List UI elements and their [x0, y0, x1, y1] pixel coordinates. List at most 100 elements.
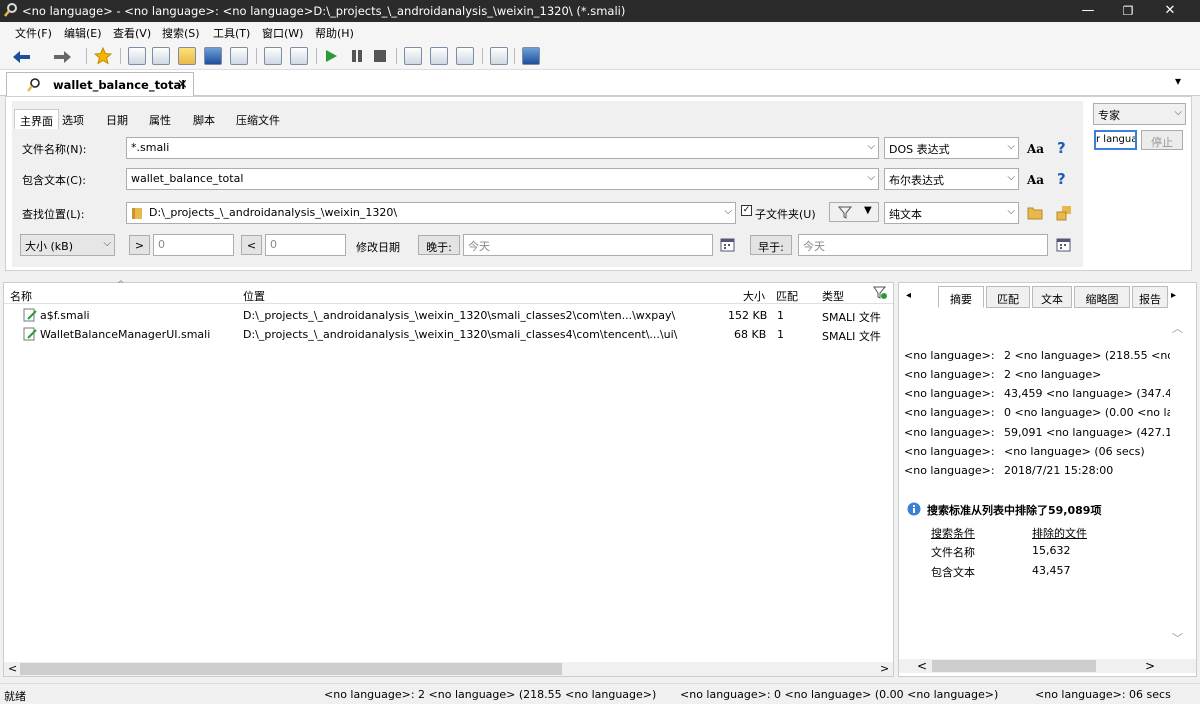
tab-summary[interactable]: 摘要: [938, 286, 984, 308]
location-input[interactable]: D:\_projects_\_androidanalysis_\weixin_1…: [126, 202, 736, 224]
browse-folder-icon[interactable]: [1027, 206, 1043, 220]
start-search-button[interactable]: r languag: [1094, 130, 1137, 150]
stop-button[interactable]: 停止: [1141, 130, 1183, 150]
column-header-size[interactable]: 大小: [743, 288, 765, 304]
size-unit-select[interactable]: 大小 (kB) ⌵: [20, 234, 115, 256]
scrollbar-thumb[interactable]: [20, 663, 562, 675]
tab-archives[interactable]: 压缩文件: [231, 109, 285, 129]
tab-scripts[interactable]: 脚本: [188, 109, 220, 129]
menu-file[interactable]: 文件(F): [15, 25, 52, 41]
menu-help[interactable]: 帮助(H): [315, 25, 354, 41]
properties-icon[interactable]: [290, 47, 308, 65]
match-case-button[interactable]: Aa: [1027, 142, 1044, 156]
tab-matches[interactable]: 匹配: [986, 286, 1030, 308]
match-case-button[interactable]: Aa: [1027, 173, 1044, 187]
close-button[interactable]: ✕: [1150, 0, 1190, 22]
column-header-location[interactable]: 位置: [243, 288, 265, 304]
tab-options[interactable]: 选项: [57, 109, 89, 129]
older-than-input[interactable]: 今天: [798, 234, 1048, 256]
minimize-button[interactable]: —: [1068, 0, 1108, 22]
column-header-type[interactable]: 类型: [822, 288, 844, 304]
content-mode-select[interactable]: 布尔表达式 ⌵: [884, 168, 1019, 190]
tab-date[interactable]: 日期: [101, 109, 133, 129]
new-icon[interactable]: [128, 47, 146, 65]
file-edit-icon: [23, 327, 37, 341]
stop-icon[interactable]: [374, 50, 386, 62]
tabs-dropdown-icon[interactable]: ▾: [1175, 74, 1181, 88]
scroll-left-icon[interactable]: <: [917, 659, 927, 673]
favorites-star-icon[interactable]: [94, 47, 112, 65]
column-header-name[interactable]: 名称: [10, 288, 32, 304]
locations-icon[interactable]: [1056, 205, 1072, 221]
results-list: [3, 282, 894, 677]
newer-than-button[interactable]: 晚于:: [418, 235, 460, 255]
subfolder-checkbox[interactable]: ✓: [741, 205, 752, 216]
calendar-icon[interactable]: [1056, 237, 1071, 252]
status-found: <no language>: 2 <no language> (218.55 <…: [324, 688, 657, 701]
summary-key: <no language>:: [904, 464, 995, 477]
summary-value: 0 <no language> (0.00 <no langu: [1004, 406, 1170, 419]
book-icon[interactable]: [522, 47, 540, 65]
less-than-button[interactable]: <: [241, 235, 262, 255]
copy-icon[interactable]: [152, 47, 170, 65]
scroll-left-icon[interactable]: <: [8, 662, 17, 675]
print-icon[interactable]: [490, 47, 508, 65]
open-icon[interactable]: [178, 47, 196, 65]
greater-than-button[interactable]: >: [129, 235, 150, 255]
newer-than-input[interactable]: 今天: [463, 234, 713, 256]
chevron-down-icon[interactable]: ⌵: [867, 141, 875, 152]
view-preview-icon[interactable]: [456, 47, 474, 65]
tab-scroll-left-icon[interactable]: ◂: [906, 290, 911, 301]
tab-scroll-right-icon[interactable]: ▸: [1171, 290, 1176, 301]
filename-mode-select[interactable]: DOS 表达式 ⌵: [884, 137, 1019, 159]
scroll-up-icon[interactable]: ︿: [1172, 320, 1183, 336]
menu-view[interactable]: 查看(V): [113, 25, 151, 41]
pause-icon[interactable]: [350, 50, 364, 62]
older-than-button[interactable]: 早于:: [750, 235, 792, 255]
content-input[interactable]: wallet_balance_total ⌵: [126, 168, 879, 190]
location-mode-select[interactable]: 纯文本 ⌵: [884, 202, 1019, 224]
scroll-down-icon[interactable]: ﹀: [1172, 630, 1183, 646]
menu-edit[interactable]: 编辑(E): [64, 25, 102, 41]
tab-thumbnails[interactable]: 缩略图: [1074, 286, 1130, 308]
scroll-right-icon[interactable]: >: [880, 662, 889, 675]
document-tab[interactable]: wallet_balance_total ×: [6, 72, 194, 97]
profile-select[interactable]: 专家 ⌵: [1093, 103, 1186, 125]
max-size-input[interactable]: 0: [265, 234, 346, 256]
status-time: <no language>: 06 secs: [1035, 688, 1171, 701]
tab-text[interactable]: 文本: [1032, 286, 1072, 308]
summary-value: 43,459 <no language> (347.48 <: [1004, 387, 1170, 400]
filename-input[interactable]: *.smali ⌵: [126, 137, 879, 159]
scrollbar-thumb[interactable]: [932, 660, 1096, 672]
chevron-down-icon[interactable]: ⌵: [724, 206, 732, 217]
help-icon[interactable]: ?: [1057, 139, 1066, 157]
save-icon[interactable]: [204, 47, 222, 65]
tab-report[interactable]: 报告: [1132, 286, 1168, 308]
chevron-down-icon[interactable]: ⌵: [867, 172, 875, 183]
calendar-icon[interactable]: [720, 237, 735, 252]
report-icon[interactable]: [264, 47, 282, 65]
column-header-matches[interactable]: 匹配: [776, 288, 798, 304]
restore-button[interactable]: ❐: [1108, 0, 1148, 22]
menu-tools[interactable]: 工具(T): [213, 25, 250, 41]
scroll-right-icon[interactable]: >: [1145, 659, 1155, 673]
export-icon[interactable]: [230, 47, 248, 65]
min-size-input[interactable]: 0: [153, 234, 234, 256]
view-details-icon[interactable]: [404, 47, 422, 65]
filter-button[interactable]: ▼: [829, 202, 879, 222]
document-tab-close[interactable]: ×: [177, 77, 188, 92]
forward-icon[interactable]: [50, 50, 72, 64]
tab-attributes[interactable]: 属性: [144, 109, 176, 129]
tab-main[interactable]: 主界面: [14, 109, 59, 129]
menu-window[interactable]: 窗口(W): [262, 25, 303, 41]
status-selected: <no language>: 0 <no language> (0.00 <no…: [680, 688, 999, 701]
column-filter-icon[interactable]: [873, 286, 887, 300]
size-unit-value: 大小 (kB): [25, 240, 73, 253]
back-icon[interactable]: [12, 50, 34, 64]
help-icon[interactable]: ?: [1057, 170, 1066, 188]
title-bar: <no language> - <no language>: <no langu…: [0, 0, 1200, 22]
menu-search[interactable]: 搜索(S): [162, 25, 200, 41]
play-icon[interactable]: [324, 49, 338, 63]
view-list-icon[interactable]: [430, 47, 448, 65]
chevron-down-icon: ⌵: [103, 238, 111, 249]
